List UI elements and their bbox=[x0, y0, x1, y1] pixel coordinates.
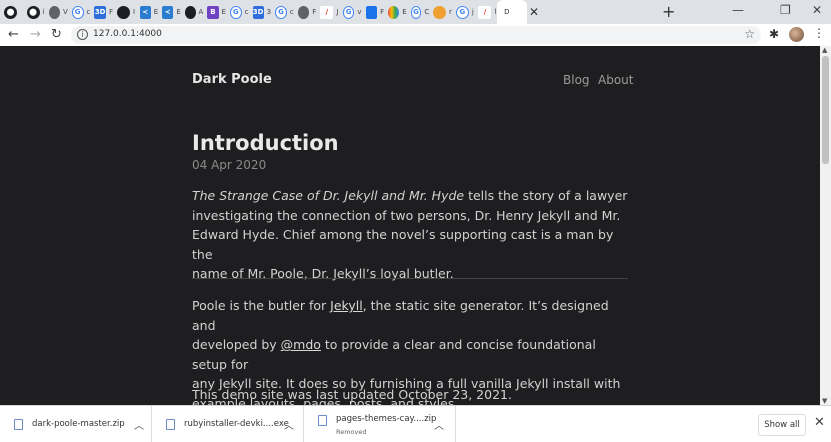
lead-line: Edward Hyde. Chief among the novel’s sup… bbox=[192, 227, 614, 262]
browser-tab[interactable]: Gj bbox=[452, 0, 475, 24]
browser-tab[interactable]: BE bbox=[203, 0, 226, 24]
browser-tab[interactable]: r bbox=[429, 0, 452, 24]
bookmark-star-icon[interactable]: ☆ bbox=[744, 27, 755, 41]
lead-line: investigating the connection of two pers… bbox=[192, 207, 621, 223]
body-line: developed by @mdo to provide a clear and… bbox=[192, 337, 596, 372]
address-bar[interactable]: i 127.0.0.1:4000 ☆ bbox=[71, 26, 761, 44]
back-icon[interactable]: ← bbox=[8, 27, 19, 42]
globe-icon bbox=[297, 5, 310, 19]
board-icon bbox=[365, 5, 378, 19]
vscode-icon: ≺ bbox=[139, 5, 151, 19]
browser-tab[interactable]: E bbox=[384, 0, 407, 24]
close-window-icon[interactable]: ✕ bbox=[812, 3, 822, 17]
lead-line: name of Mr. Poole, Dr. Jekyll’s loyal bu… bbox=[192, 266, 454, 282]
lead-paragraph: The Strange Case of Dr. Jekyll and Mr. H… bbox=[192, 186, 632, 284]
close-icon[interactable]: ✕ bbox=[529, 5, 539, 19]
browser-tab[interactable]: 3D F bbox=[90, 0, 113, 24]
github-icon: ⬤ bbox=[4, 5, 17, 19]
3d-icon: 3D bbox=[252, 5, 264, 19]
scroll-down-icon[interactable]: ▼ bbox=[822, 397, 827, 405]
forward-icon[interactable]: → bbox=[30, 27, 41, 42]
google-icon: G bbox=[71, 5, 84, 19]
globe-icon bbox=[49, 5, 60, 19]
download-item[interactable]: rubyinstaller-devki....exe ︿ bbox=[152, 406, 304, 442]
restore-icon[interactable]: ❐ bbox=[780, 3, 791, 17]
divider bbox=[192, 278, 628, 279]
google-icon: G bbox=[342, 5, 355, 19]
google-icon: G bbox=[455, 5, 469, 19]
browser-tab[interactable]: Gc bbox=[226, 0, 249, 24]
browser-tab[interactable]: F bbox=[362, 0, 384, 24]
google-icon: G bbox=[229, 5, 242, 19]
pencil-icon: / bbox=[320, 5, 334, 19]
bootstrap-icon: B bbox=[207, 5, 219, 19]
post-date: 04 Apr 2020 bbox=[192, 158, 267, 172]
zip-file-icon bbox=[318, 415, 327, 426]
browser-tab[interactable]: F bbox=[294, 0, 316, 24]
download-status: Removed bbox=[336, 428, 367, 436]
chevron-up-icon[interactable]: ︿ bbox=[284, 417, 294, 432]
browser-tab[interactable]: V bbox=[45, 0, 68, 24]
close-download-bar-icon[interactable]: ✕ bbox=[814, 415, 825, 430]
browser-tab[interactable]: / l bbox=[474, 0, 497, 24]
browser-tab[interactable]: Gv bbox=[339, 0, 362, 24]
browser-tab[interactable]: ⬤ i bbox=[23, 0, 46, 24]
zip-file-icon bbox=[14, 419, 23, 430]
reload-icon[interactable]: ↻ bbox=[51, 27, 62, 42]
book-title: The Strange Case of Dr. Jekyll and Mr. H… bbox=[192, 188, 465, 203]
nav-link-blog[interactable]: Blog bbox=[563, 73, 590, 87]
post-title: Introduction bbox=[192, 131, 339, 155]
nav-link-about[interactable]: About bbox=[598, 73, 633, 87]
pencil-icon: / bbox=[478, 5, 492, 19]
browser-tab[interactable]: Gc bbox=[271, 0, 294, 24]
page-scrollbar[interactable]: ▲ ▼ bbox=[820, 46, 831, 405]
mdo-link[interactable]: @mdo bbox=[281, 337, 321, 352]
browser-tab[interactable]: ⬤ bbox=[0, 0, 23, 24]
download-bar: dark-poole-master.zip ︿ rubyinstaller-de… bbox=[0, 405, 831, 442]
vscode-icon: ≺ bbox=[162, 5, 174, 19]
download-item[interactable]: dark-poole-master.zip ︿ bbox=[0, 406, 152, 442]
info-icon[interactable]: i bbox=[77, 29, 88, 40]
lead-line: The Strange Case of Dr. Jekyll and Mr. H… bbox=[192, 188, 628, 203]
body-line: Poole is the butler for Jekyll, the stat… bbox=[192, 298, 609, 333]
chevron-up-icon[interactable]: ︿ bbox=[434, 417, 444, 432]
show-all-button[interactable]: Show all bbox=[758, 414, 806, 436]
avatar[interactable] bbox=[789, 27, 804, 42]
scroll-up-icon[interactable]: ▲ bbox=[822, 46, 827, 54]
url-text[interactable]: 127.0.0.1:4000 bbox=[93, 29, 162, 39]
google-icon: G bbox=[410, 5, 422, 19]
browser-tab[interactable]: / J bbox=[316, 0, 339, 24]
browser-tab-active[interactable]: D ✕ bbox=[497, 0, 539, 24]
kebab-menu-icon[interactable]: ⋮ bbox=[813, 26, 825, 40]
browser-tab[interactable]: GC bbox=[407, 0, 429, 24]
chevron-up-icon[interactable]: ︿ bbox=[134, 417, 144, 432]
jekyll-link[interactable]: Jekyll bbox=[330, 298, 363, 313]
3d-icon: 3D bbox=[94, 5, 106, 19]
browser-tab[interactable]: Gc bbox=[68, 0, 90, 24]
github-icon: ⬤ bbox=[26, 5, 40, 19]
page-viewport: Dark Poole Blog About Introduction 04 Ap… bbox=[0, 46, 820, 405]
github-icon bbox=[116, 5, 130, 19]
browser-tab[interactable]: 3D 3 bbox=[249, 0, 271, 24]
browser-tab[interactable]: I bbox=[113, 0, 136, 24]
google-icon: G bbox=[275, 5, 287, 19]
new-tab-button[interactable]: + bbox=[662, 2, 675, 21]
cloud-icon bbox=[388, 5, 400, 19]
updated-paragraph: This demo site was last updated October … bbox=[192, 387, 512, 402]
github-icon bbox=[184, 5, 196, 19]
extensions-icon[interactable]: ✱ bbox=[769, 27, 779, 41]
exe-file-icon bbox=[166, 419, 175, 430]
scrollbar-thumb[interactable] bbox=[822, 56, 829, 164]
tab-strip: ⬤ ⬤ i V Gc 3D F I ≺ E ≺ E A BE Gc 3D 3 Gc F /… bbox=[0, 0, 831, 24]
download-item[interactable]: pages-themes-cay....zip Removed ︿ bbox=[304, 406, 456, 442]
minimize-icon[interactable]: — bbox=[732, 3, 744, 17]
browser-tab[interactable]: A bbox=[181, 0, 203, 24]
browser-tab[interactable]: ≺ E bbox=[158, 0, 181, 24]
site-title[interactable]: Dark Poole bbox=[192, 72, 272, 87]
browser-tab[interactable]: ≺ E bbox=[136, 0, 158, 24]
hand-icon bbox=[433, 5, 446, 19]
